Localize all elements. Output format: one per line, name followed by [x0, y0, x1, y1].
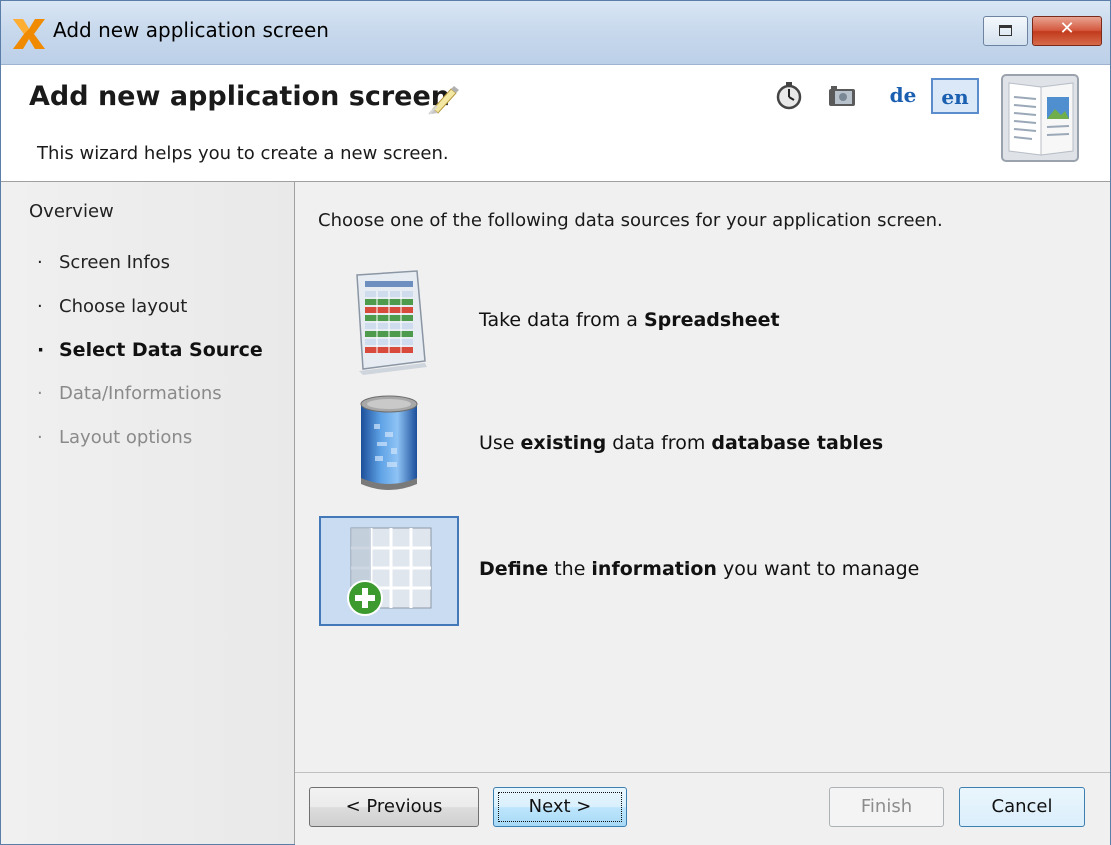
- step-data-informations: · Data/Informations: [37, 383, 222, 404]
- option-spreadsheet-label: Take data from a Spreadsheet: [479, 309, 780, 331]
- title-bar[interactable]: Add new application screen ✕: [1, 1, 1110, 65]
- step-screen-infos: · Screen Infos: [37, 252, 171, 273]
- camera-icon[interactable]: [827, 80, 857, 110]
- spreadsheet-icon: [356, 270, 427, 375]
- wizard-window: Add new application screen ✕ Add new app…: [0, 0, 1111, 845]
- content-intro: Choose one of the following data sources…: [318, 210, 943, 231]
- restore-icon: [999, 25, 1012, 36]
- option-database-label: Use existing data from database tables: [479, 432, 884, 454]
- option-database[interactable]: Use existing data from database tables: [319, 390, 1079, 500]
- wizard-graphic-icon: [1001, 74, 1079, 162]
- page-title: Add new application screen: [29, 81, 451, 112]
- language-en[interactable]: en: [931, 78, 979, 114]
- window-title: Add new application screen: [53, 18, 329, 42]
- step-select-data-source: · Select Data Source: [37, 339, 263, 361]
- close-button[interactable]: ✕: [1032, 16, 1102, 46]
- wizard-sidebar: Overview · Screen Infos · Choose layout · S…: [1, 182, 295, 844]
- wizard-header: Add new application screen This wizard h…: [1, 65, 1110, 182]
- pencil-icon: [428, 86, 459, 115]
- finish-button[interactable]: Finish: [829, 787, 944, 827]
- next-button-label: Next >: [498, 792, 622, 822]
- next-button[interactable]: Next >: [493, 787, 627, 827]
- app-logo-icon: [13, 19, 45, 49]
- option-spreadsheet[interactable]: Take data from a Spreadsheet: [319, 267, 1079, 377]
- language-de[interactable]: de: [881, 78, 925, 114]
- wizard-content: Choose one of the following data sources…: [295, 182, 1110, 772]
- option-define-information[interactable]: Define the information you want to manag…: [319, 516, 1079, 626]
- wizard-button-bar: < Previous Next > Finish Cancel: [295, 772, 1110, 845]
- cancel-button[interactable]: Cancel: [959, 787, 1085, 827]
- option-define-information-tile[interactable]: [319, 516, 459, 626]
- previous-button[interactable]: < Previous: [309, 787, 479, 827]
- restore-button[interactable]: [983, 16, 1028, 46]
- page-subtitle: This wizard helps you to create a new sc…: [37, 143, 449, 164]
- sidebar-heading: Overview: [29, 201, 114, 222]
- stopwatch-icon[interactable]: [774, 80, 804, 110]
- close-icon: ✕: [1059, 18, 1075, 39]
- step-choose-layout: · Choose layout: [37, 296, 188, 317]
- add-table-icon: [347, 527, 432, 616]
- database-icon: [360, 395, 418, 490]
- step-layout-options: · Layout options: [37, 427, 193, 448]
- option-define-information-label: Define the information you want to manag…: [479, 558, 920, 580]
